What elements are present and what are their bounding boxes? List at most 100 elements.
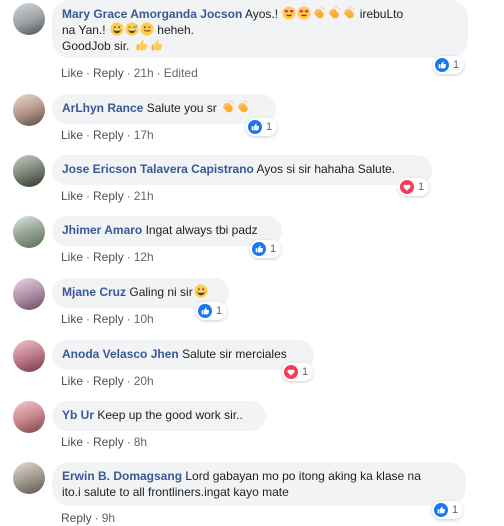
comment-author[interactable]: Yb Ur (62, 408, 94, 422)
avatar[interactable] (13, 401, 45, 433)
comment-bubble: Erwin B. Domagsang Lord gabayan mo po it… (52, 462, 466, 506)
reaction-count[interactable]: 1 (432, 501, 464, 519)
thumbs-up-emoji-icon (135, 38, 148, 52)
reply-link[interactable]: Reply (93, 312, 124, 326)
comment-author[interactable]: Mary Grace Amorganda Jocson (62, 7, 242, 21)
avatar[interactable] (13, 278, 45, 310)
comment-bubble: ArLhyn Rance Salute you sr (52, 94, 276, 124)
reply-link[interactable]: Reply (93, 189, 124, 203)
heart-eyes-emoji-icon (297, 6, 311, 20)
reaction-count-value: 1 (453, 59, 460, 71)
like-link[interactable]: Like (61, 312, 83, 326)
comment-timestamp[interactable]: 9h (102, 511, 115, 525)
winking-tongue-emoji-icon (140, 22, 154, 36)
clapping-hands-emoji-icon (221, 100, 235, 114)
reaction-count[interactable]: 1 (196, 302, 228, 320)
like-link[interactable]: Like (61, 250, 83, 264)
comment-text: heheh. (157, 23, 194, 37)
comment-actions: Like · Reply · 8h (61, 435, 148, 449)
comment-text: Lord gabayan mo po itong aking ka klase … (185, 469, 421, 483)
love-reaction-icon (400, 180, 414, 194)
comment-timestamp[interactable]: 17h (134, 128, 154, 142)
comment-bubble: Jose Ericson Talavera Capistrano Ayos si… (52, 155, 432, 185)
like-reaction-icon (248, 120, 262, 134)
like-reaction-icon (434, 503, 448, 517)
avatar[interactable] (13, 462, 45, 494)
comment-text: irebuLto (359, 7, 404, 21)
comment-bubble: Jhimer Amaro Ingat always tbi padz (52, 216, 282, 246)
like-link[interactable]: Like (61, 128, 83, 142)
thumbs-up-emoji-icon (150, 38, 163, 52)
comment-bubble: Anoda Velasco Jhen Salute sir merciales (52, 340, 314, 370)
like-reaction-icon (435, 58, 449, 72)
reaction-count[interactable]: 1 (246, 118, 278, 136)
comment-actions: Reply · 9h (61, 511, 116, 525)
comment-actions: Like · Reply · 10h (61, 312, 154, 326)
comment-actions: Like · Reply · 21h · Edited (61, 66, 198, 80)
reaction-count-value: 1 (302, 366, 309, 378)
like-link[interactable]: Like (61, 189, 83, 203)
reply-link[interactable]: Reply (93, 66, 124, 80)
reaction-count-value: 1 (216, 305, 223, 317)
comment-author[interactable]: ArLhyn Rance (62, 101, 143, 115)
reply-link[interactable]: Reply (93, 374, 124, 388)
like-link[interactable]: Like (61, 435, 83, 449)
comment-text: Salute you sr (146, 101, 217, 115)
avatar[interactable] (13, 155, 45, 187)
comment-timestamp[interactable]: 21h (134, 189, 154, 203)
comment-timestamp[interactable]: 21h (134, 66, 154, 80)
reply-link[interactable]: Reply (93, 435, 124, 449)
comment-actions: Like · Reply · 20h (61, 374, 154, 388)
comment-author[interactable]: Erwin B. Domagsang (62, 469, 182, 483)
reply-link[interactable]: Reply (61, 511, 92, 525)
grinning-emoji-icon (194, 284, 208, 298)
reaction-count-value: 1 (452, 504, 459, 516)
comment-text: Ayos.! (244, 7, 279, 21)
comment-timestamp[interactable]: 12h (134, 250, 154, 264)
comment-bubble: Mary Grace Amorganda Jocson Ayos.! irebu… (52, 0, 468, 58)
comment-timestamp[interactable]: 10h (134, 312, 154, 326)
avatar[interactable] (13, 216, 45, 248)
edited-label[interactable]: Edited (164, 66, 198, 80)
avatar[interactable] (13, 3, 45, 35)
comment-author[interactable]: Jose Ericson Talavera Capistrano (62, 162, 254, 176)
comment-author[interactable]: Anoda Velasco Jhen (62, 347, 179, 361)
reaction-count[interactable]: 1 (398, 178, 430, 196)
clapping-hands-emoji-icon (236, 100, 250, 114)
comment-text: ito.i salute to all frontliners.ingat ka… (62, 485, 289, 499)
comment-text: Galing ni sir (129, 285, 193, 299)
reply-link[interactable]: Reply (93, 128, 124, 142)
reaction-count[interactable]: 1 (433, 56, 465, 74)
reaction-count[interactable]: 1 (250, 240, 282, 258)
reaction-count-value: 1 (418, 181, 425, 193)
like-reaction-icon (252, 242, 266, 256)
comment-text: Ingat always tbi padz (145, 223, 258, 237)
love-reaction-icon (284, 365, 298, 379)
comment-text: Salute sir merciales (182, 347, 287, 361)
reply-link[interactable]: Reply (93, 250, 124, 264)
like-link[interactable]: Like (61, 374, 83, 388)
clapping-hands-emoji-icon (312, 6, 326, 20)
comment-actions: Like · Reply · 21h (61, 189, 154, 203)
reaction-count[interactable]: 1 (282, 363, 314, 381)
clapping-hands-emoji-icon (342, 6, 356, 20)
comment-text: Ayos si sir hahaha Salute. (256, 162, 396, 176)
comment-author[interactable]: Mjane Cruz (62, 285, 126, 299)
avatar[interactable] (13, 340, 45, 372)
sweat-smile-emoji-icon (125, 22, 139, 36)
clapping-hands-emoji-icon (327, 6, 341, 20)
comment-author[interactable]: Jhimer Amaro (62, 223, 142, 237)
comment-actions: Like · Reply · 12h (61, 250, 154, 264)
like-link[interactable]: Like (61, 66, 83, 80)
comment-actions: Like · Reply · 17h (61, 128, 154, 142)
comment-timestamp[interactable]: 8h (134, 435, 147, 449)
comment-text: GoodJob sir. (62, 39, 130, 53)
reaction-count-value: 1 (266, 121, 273, 133)
heart-eyes-emoji-icon (282, 6, 296, 20)
avatar[interactable] (13, 94, 45, 126)
comment-text: Keep up the good work sir.. (97, 408, 243, 422)
comment-timestamp[interactable]: 20h (134, 374, 154, 388)
comment-text: na Yan.! (62, 23, 106, 37)
grinning-emoji-icon (110, 22, 124, 36)
comment-bubble: Yb Ur Keep up the good work sir.. (52, 401, 266, 431)
